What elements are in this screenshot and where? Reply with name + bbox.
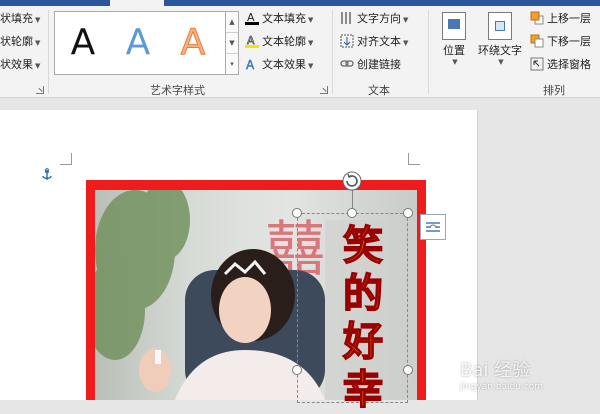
text-outline-button[interactable]: A 文本轮廓 ▼ — [245, 33, 313, 51]
wrap-text-button[interactable]: 环绕文字 ▼ — [474, 12, 526, 66]
position-icon — [442, 12, 466, 40]
bring-forward-label: 上移一层 — [547, 12, 591, 25]
chevron-down-icon: ▼ — [35, 16, 41, 24]
baidu-watermark: Bai 经验 jingyan.baidu.com — [460, 356, 543, 392]
watermark-url: jingyan.baidu.com — [460, 382, 544, 392]
position-label: 位置 — [443, 44, 465, 57]
ribbon: 状填充 ▼ 状轮廓 ▼ 状效果 ▼ A A A ▲ ▼ ▾ A 文本填充 ▼ A 文本轮廓 ▼… — [0, 6, 600, 98]
chevron-down-icon: ▼ — [308, 39, 314, 47]
wordart-char: 的 — [342, 269, 384, 318]
create-link-label: 创建链接 — [357, 58, 401, 71]
chevron-down-icon: ▼ — [308, 16, 314, 24]
chevron-down-icon: ▼ — [452, 58, 458, 66]
send-backward-icon — [530, 34, 544, 48]
text-fill-label: 文本填充 — [262, 12, 306, 25]
layout-options-button[interactable] — [420, 214, 446, 240]
text-outline-icon: A — [245, 34, 259, 48]
send-backward-label: 下移一层 — [547, 35, 591, 48]
create-link-button[interactable]: 创建链接 — [340, 56, 401, 74]
crop-mark — [408, 153, 420, 165]
gallery-up-icon[interactable]: ▲ — [226, 12, 238, 33]
align-text-icon — [340, 34, 354, 48]
rotate-handle-icon[interactable] — [341, 170, 363, 192]
text-fill-icon: A — [245, 11, 259, 25]
dialog-launcher-icon[interactable] — [320, 86, 328, 94]
wordart-style-orange[interactable]: A — [167, 16, 219, 70]
text-effects-button[interactable]: A 文本效果 ▼ — [245, 56, 314, 74]
align-text-label: 对齐文本 — [357, 35, 401, 48]
watermark-text: Bai 经验 — [460, 360, 531, 381]
text-outline-label: 文本轮廓 — [262, 35, 306, 48]
text-direction-icon — [341, 12, 351, 24]
bring-forward-button[interactable]: 上移一层 — [530, 10, 591, 28]
group-divider — [428, 10, 429, 94]
wordart-group-label: 艺术字样式 — [150, 84, 205, 97]
anchor-icon — [42, 168, 52, 180]
wordart-vertical-text[interactable]: 笑 的 好 幸 — [338, 221, 388, 414]
arrange-group-label: 排列 — [543, 84, 565, 97]
position-button[interactable]: 位置 ▼ — [436, 12, 472, 66]
chevron-down-icon: ▼ — [35, 62, 41, 70]
wordart-char: 好 — [342, 317, 384, 366]
group-divider — [332, 10, 333, 94]
group-divider — [48, 10, 49, 94]
selection-pane-label: 选择窗格 — [547, 58, 591, 71]
chevron-down-icon: ▼ — [403, 16, 409, 24]
text-fill-button[interactable]: A 文本填充 ▼ — [245, 10, 313, 28]
wordart-style-black[interactable]: A — [57, 16, 109, 70]
gallery-more-icon[interactable]: ▾ — [226, 54, 238, 75]
shape-effects-label: 状效果 — [0, 58, 33, 71]
crop-mark — [60, 153, 72, 165]
shape-effects-button[interactable]: 状效果 ▼ — [0, 56, 40, 74]
align-text-button[interactable]: 对齐文本 ▼ — [340, 33, 408, 51]
resize-handle-right[interactable] — [403, 365, 413, 375]
layout-options-icon — [426, 222, 440, 232]
shape-fill-label: 状填充 — [0, 12, 33, 25]
svg-text:A: A — [246, 58, 255, 71]
chevron-down-icon: ▼ — [308, 62, 314, 70]
shape-fill-button[interactable]: 状填充 ▼ — [0, 10, 40, 28]
selection-pane-icon — [530, 57, 544, 71]
bring-forward-icon — [530, 11, 544, 25]
resize-handle-top[interactable] — [347, 208, 357, 218]
chevron-down-icon: ▼ — [35, 39, 41, 47]
dialog-launcher-icon[interactable] — [36, 86, 44, 94]
send-backward-button[interactable]: 下移一层 — [530, 33, 591, 51]
link-icon — [340, 60, 354, 67]
resize-handle-top-right[interactable] — [403, 208, 413, 218]
resize-handle-left[interactable] — [292, 365, 302, 375]
wordart-char: 幸 — [342, 365, 384, 414]
chevron-down-icon: ▼ — [403, 39, 409, 47]
gallery-scroll[interactable]: ▲ ▼ ▾ — [226, 11, 239, 75]
shape-outline-label: 状轮廓 — [0, 35, 33, 48]
chevron-down-icon: ▼ — [498, 58, 504, 66]
wrap-text-icon — [488, 12, 512, 40]
gallery-down-icon[interactable]: ▼ — [226, 33, 238, 54]
text-effects-label: 文本效果 — [262, 58, 306, 71]
wordart-char: 笑 — [342, 221, 384, 270]
text-group-label: 文本 — [368, 84, 390, 97]
shape-outline-button[interactable]: 状轮廓 ▼ — [0, 33, 40, 51]
text-effects-icon: A — [246, 58, 255, 71]
selection-pane-button[interactable]: 选择窗格 — [530, 56, 591, 74]
text-direction-button[interactable]: 文字方向 ▼ — [340, 10, 408, 28]
wordart-gallery[interactable]: A A A — [54, 11, 226, 75]
text-direction-label: 文字方向 — [357, 12, 401, 25]
wrap-text-label: 环绕文字 — [478, 44, 522, 57]
resize-handle-top-left[interactable] — [292, 208, 302, 218]
wordart-style-blue[interactable]: A — [112, 16, 164, 70]
